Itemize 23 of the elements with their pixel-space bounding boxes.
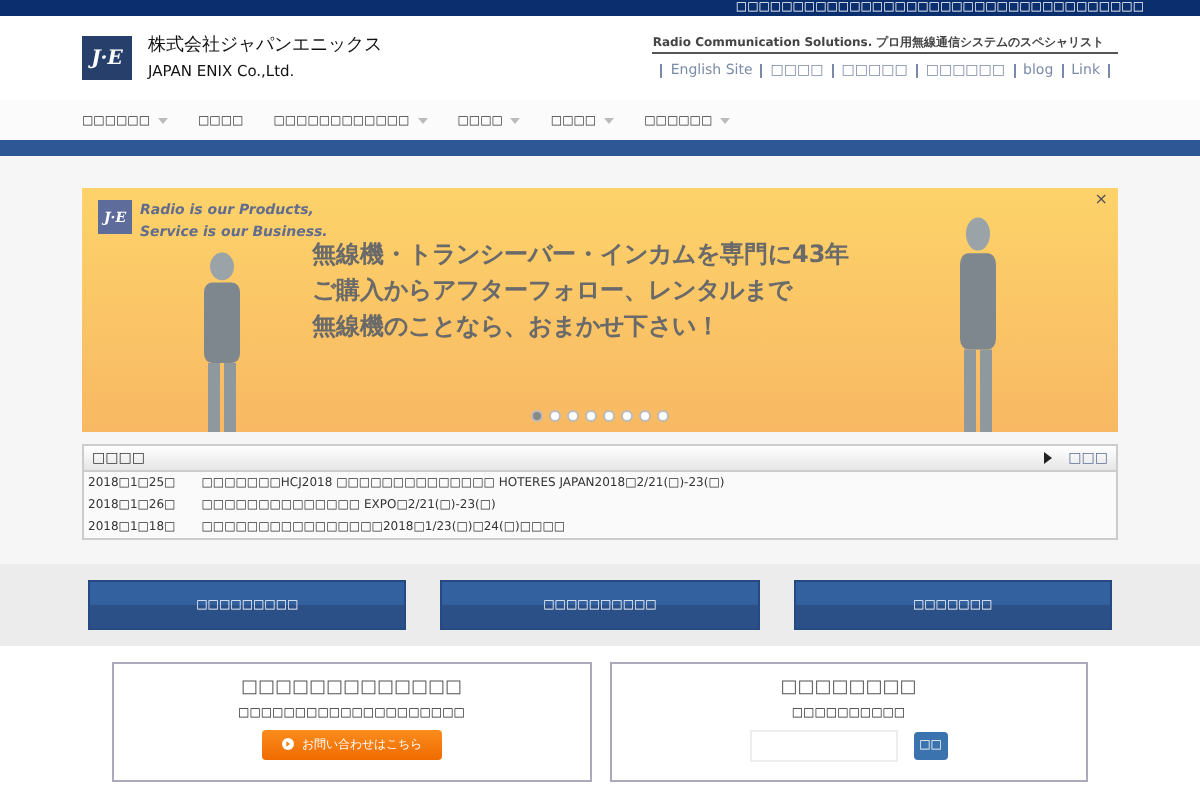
triangle-icon xyxy=(1044,452,1053,464)
caret-icon xyxy=(604,117,615,123)
card-title: □□□□□□□□ xyxy=(778,676,919,702)
caret-icon xyxy=(417,117,428,123)
company-name: 株式会社ジャパンエニックス xyxy=(148,33,382,60)
caret-icon xyxy=(720,117,731,123)
slide-dot[interactable] xyxy=(585,410,597,422)
headline: ご購入からアフターフォロー、レンタルまで xyxy=(312,274,795,308)
caret-icon xyxy=(510,117,521,123)
card-title: □□□□□□□□□□□□□ xyxy=(238,676,465,702)
slide-dot[interactable] xyxy=(657,410,669,422)
slide-dot[interactable] xyxy=(549,410,561,422)
circle-arrow-icon xyxy=(281,738,294,750)
headline: 無線機・トランシーバー・インカムを専門に43年 xyxy=(312,238,850,272)
slide-dot[interactable] xyxy=(603,410,615,422)
logo-icon: J·E xyxy=(82,36,132,80)
close-button[interactable]: × xyxy=(1094,192,1108,208)
slide-dot[interactable] xyxy=(567,410,579,422)
slide-dot[interactable] xyxy=(639,410,651,422)
slide-dot[interactable] xyxy=(531,410,543,422)
caret-icon xyxy=(158,117,169,123)
slide-dot[interactable] xyxy=(621,410,633,422)
headline: 無線機のことなら、おまかせ下さい！ xyxy=(312,310,722,344)
